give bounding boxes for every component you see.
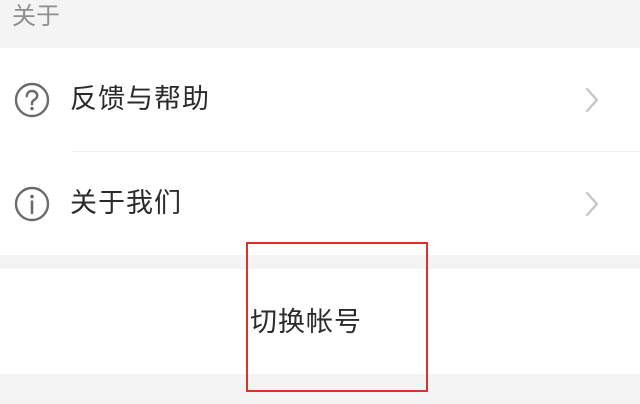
bottom-gap	[0, 374, 640, 404]
settings-screen: 关于 反馈与帮助 关于我们 切换帐号	[0, 0, 640, 404]
chevron-right-icon	[582, 190, 602, 218]
switch-account-button[interactable]: 切换帐号	[0, 269, 640, 374]
menu-item-about-us[interactable]: 关于我们	[0, 152, 640, 255]
menu-item-feedback-help[interactable]: 反馈与帮助	[0, 48, 640, 151]
menu-item-label: 关于我们	[70, 188, 182, 219]
section-header: 关于	[0, 0, 640, 48]
about-menu-group: 反馈与帮助 关于我们	[0, 48, 640, 255]
section-title: 关于	[12, 2, 60, 30]
switch-account-label: 切换帐号	[250, 307, 362, 338]
info-circle-icon	[14, 186, 50, 222]
section-gap	[0, 255, 640, 269]
question-circle-icon	[14, 82, 50, 118]
chevron-right-icon	[582, 86, 602, 114]
menu-item-label: 反馈与帮助	[70, 84, 210, 115]
